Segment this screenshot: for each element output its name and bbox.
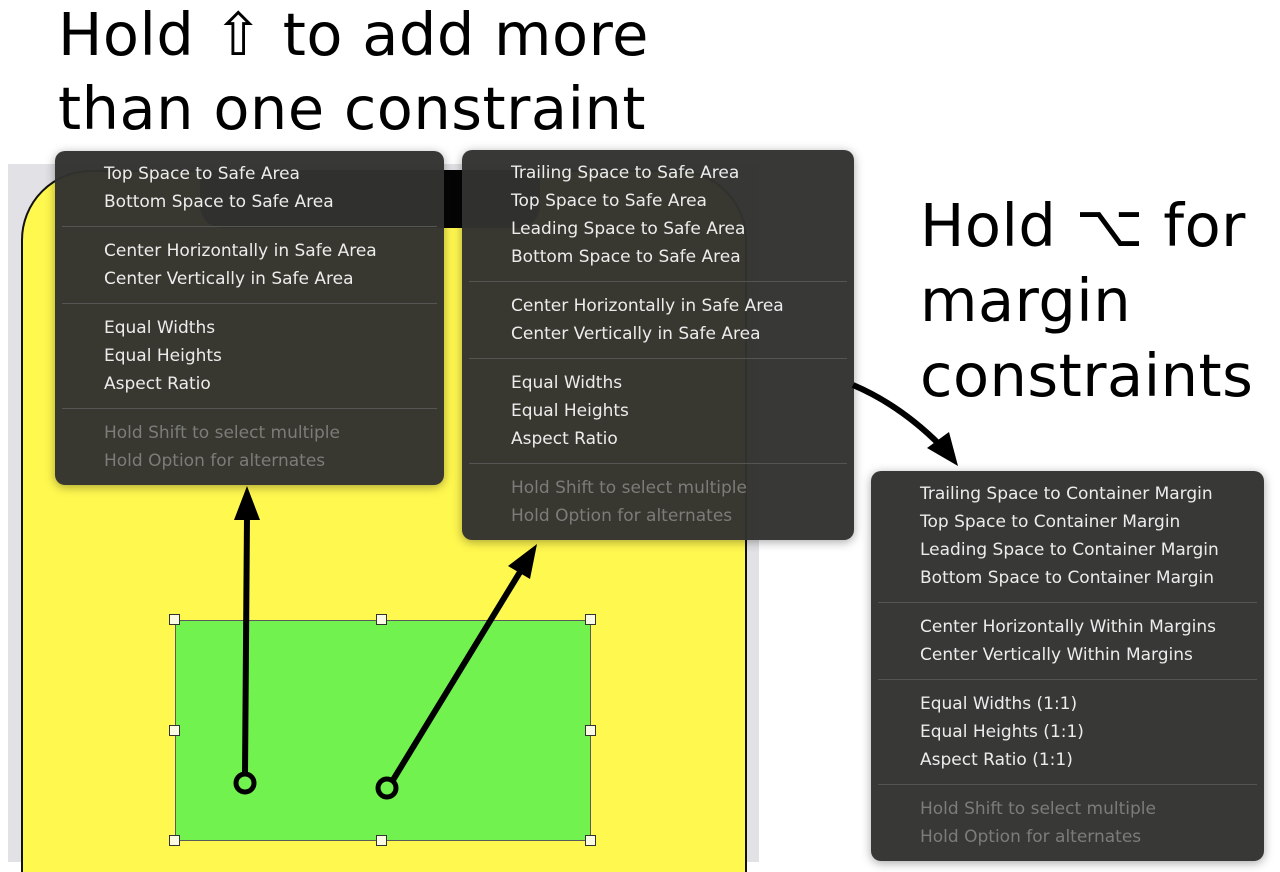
drag-arrow-diagonal	[375, 544, 537, 800]
option-arrow	[851, 382, 958, 466]
annotation-arrows	[233, 382, 958, 800]
drag-arrow-vertical	[233, 486, 260, 795]
